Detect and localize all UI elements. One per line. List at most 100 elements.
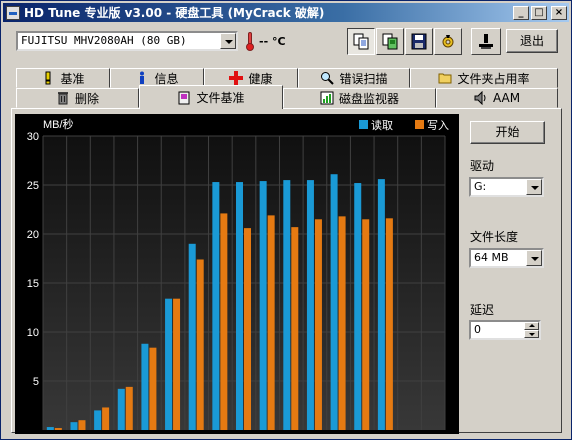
bar-read bbox=[94, 410, 102, 430]
bar-write bbox=[314, 219, 322, 430]
bar-write bbox=[125, 386, 133, 430]
y-tick-label: 25 bbox=[27, 180, 39, 192]
info-icon bbox=[140, 71, 145, 84]
magnifier-icon bbox=[321, 72, 335, 85]
legend-swatch bbox=[359, 120, 368, 129]
bar-read bbox=[70, 422, 78, 430]
health-cross-icon bbox=[229, 71, 244, 85]
save-button[interactable] bbox=[405, 28, 433, 55]
bar-write bbox=[54, 428, 62, 430]
app-icon[interactable] bbox=[6, 5, 20, 20]
copy-info-button[interactable] bbox=[347, 28, 375, 55]
bar-read bbox=[354, 183, 362, 430]
bar-read bbox=[188, 243, 196, 430]
bar-write bbox=[173, 298, 181, 430]
monitor-icon bbox=[320, 91, 334, 105]
y-tick-label: 30 bbox=[27, 131, 39, 143]
save-icon bbox=[411, 33, 427, 50]
bar-read bbox=[236, 182, 243, 430]
y-tick-label: 15 bbox=[27, 278, 39, 290]
bar-read bbox=[165, 298, 173, 430]
drive-select-value: FUJITSU MHV2080AH (80 GB) bbox=[21, 34, 187, 47]
tab-aam[interactable]: AAM bbox=[436, 88, 558, 108]
eject-button[interactable] bbox=[471, 28, 501, 55]
copy-screenshot-icon bbox=[382, 33, 398, 50]
chevron-down-icon[interactable] bbox=[220, 33, 236, 49]
folder-icon bbox=[438, 73, 452, 84]
spin-down-icon[interactable] bbox=[524, 330, 539, 338]
exit-button[interactable]: 退出 bbox=[506, 29, 558, 53]
bar-read bbox=[212, 182, 220, 430]
app-window: HD Tune 专业版 v3.00 - 硬盘工具 (MyCrack 破解) _ … bbox=[0, 0, 572, 440]
options-button[interactable] bbox=[434, 28, 462, 55]
benchmark-chart: 5 10 15 20 25 30 MB/秒 读取 写入 bbox=[15, 114, 459, 434]
tab-benchmark[interactable]: 基准 bbox=[16, 68, 110, 88]
window-title: HD Tune 专业版 v3.00 - 硬盘工具 (MyCrack 破解) bbox=[24, 6, 325, 20]
tab-disk-monitor-label: 磁盘监视器 bbox=[338, 91, 399, 106]
bar-read bbox=[283, 180, 291, 430]
title-bar[interactable]: HD Tune 专业版 v3.00 - 硬盘工具 (MyCrack 破解) _ … bbox=[3, 3, 569, 22]
tab-aam-label: AAM bbox=[492, 91, 521, 105]
tab-file-benchmark-label: 文件基准 bbox=[196, 91, 245, 105]
tab-erase[interactable]: 删除 bbox=[16, 88, 139, 108]
copy-info-icon bbox=[353, 33, 369, 50]
speaker-icon bbox=[474, 91, 486, 105]
drive-letter-value: G: bbox=[474, 180, 487, 193]
tab-error-scan-label: 错误扫描 bbox=[339, 71, 388, 86]
options-icon bbox=[442, 35, 454, 48]
y-tick-label: 20 bbox=[27, 229, 39, 241]
drive-label: 驱动 bbox=[470, 159, 495, 173]
bar-write bbox=[385, 218, 393, 430]
bar-write bbox=[78, 420, 86, 430]
spin-up-icon[interactable] bbox=[524, 322, 539, 330]
y-tick-label: 5 bbox=[33, 376, 39, 388]
eject-icon bbox=[479, 34, 493, 49]
delay-spinner[interactable]: 0 bbox=[469, 320, 541, 340]
start-button[interactable]: 开始 bbox=[470, 121, 545, 144]
legend-swatch bbox=[415, 120, 424, 129]
y-axis-label: MB/秒 bbox=[43, 117, 74, 131]
delay-value: 0 bbox=[474, 323, 481, 336]
y-tick-label: 10 bbox=[27, 327, 39, 339]
bar-read bbox=[330, 174, 338, 430]
bar-read bbox=[46, 427, 54, 430]
file-benchmark-icon bbox=[178, 91, 190, 104]
chart-svg: 5 10 15 20 25 30 MB/秒 读取 写入 bbox=[27, 117, 449, 430]
maximize-button[interactable]: □ bbox=[531, 5, 547, 20]
bar-write bbox=[220, 213, 228, 430]
drive-select[interactable]: FUJITSU MHV2080AH (80 GB) bbox=[16, 31, 238, 51]
bar-write bbox=[244, 228, 251, 430]
file-length-label: 文件长度 bbox=[470, 230, 519, 244]
tab-erase-label: 删除 bbox=[74, 91, 99, 106]
bar-write bbox=[291, 227, 299, 430]
delay-label: 延迟 bbox=[470, 303, 495, 317]
bar-write bbox=[362, 219, 370, 430]
chevron-down-icon[interactable] bbox=[526, 250, 542, 266]
legend-label: 读取 bbox=[371, 118, 393, 132]
tab-folder-usage-label: 文件夹占用率 bbox=[457, 71, 530, 86]
bar-write bbox=[102, 407, 110, 430]
tab-file-benchmark[interactable]: 文件基准 bbox=[139, 85, 283, 109]
drive-letter-select[interactable]: G: bbox=[469, 177, 544, 197]
bar-read bbox=[377, 179, 385, 430]
chevron-down-icon[interactable] bbox=[526, 179, 542, 195]
bar-read bbox=[306, 180, 314, 430]
bar-read bbox=[117, 388, 125, 430]
bar-write bbox=[267, 215, 275, 430]
tab-folder-usage[interactable]: 文件夹占用率 bbox=[410, 68, 558, 88]
thermometer-icon bbox=[245, 31, 255, 51]
file-length-select[interactable]: 64 MB bbox=[469, 248, 544, 268]
close-button[interactable]: × bbox=[551, 5, 567, 20]
bar-read bbox=[259, 181, 267, 430]
tab-error-scan[interactable]: 错误扫描 bbox=[298, 68, 410, 88]
legend-label: 写入 bbox=[427, 119, 449, 132]
copy-screenshot-button[interactable] bbox=[376, 28, 404, 55]
bar-write bbox=[196, 259, 204, 430]
bar-read bbox=[141, 343, 149, 430]
temperature-readout: -- °C bbox=[259, 35, 286, 48]
tab-health-label: 健康 bbox=[248, 71, 273, 86]
minimize-button[interactable]: _ bbox=[513, 5, 529, 20]
tab-disk-monitor[interactable]: 磁盘监视器 bbox=[283, 88, 436, 108]
bar-write bbox=[338, 216, 346, 430]
file-length-value: 64 MB bbox=[474, 251, 509, 264]
